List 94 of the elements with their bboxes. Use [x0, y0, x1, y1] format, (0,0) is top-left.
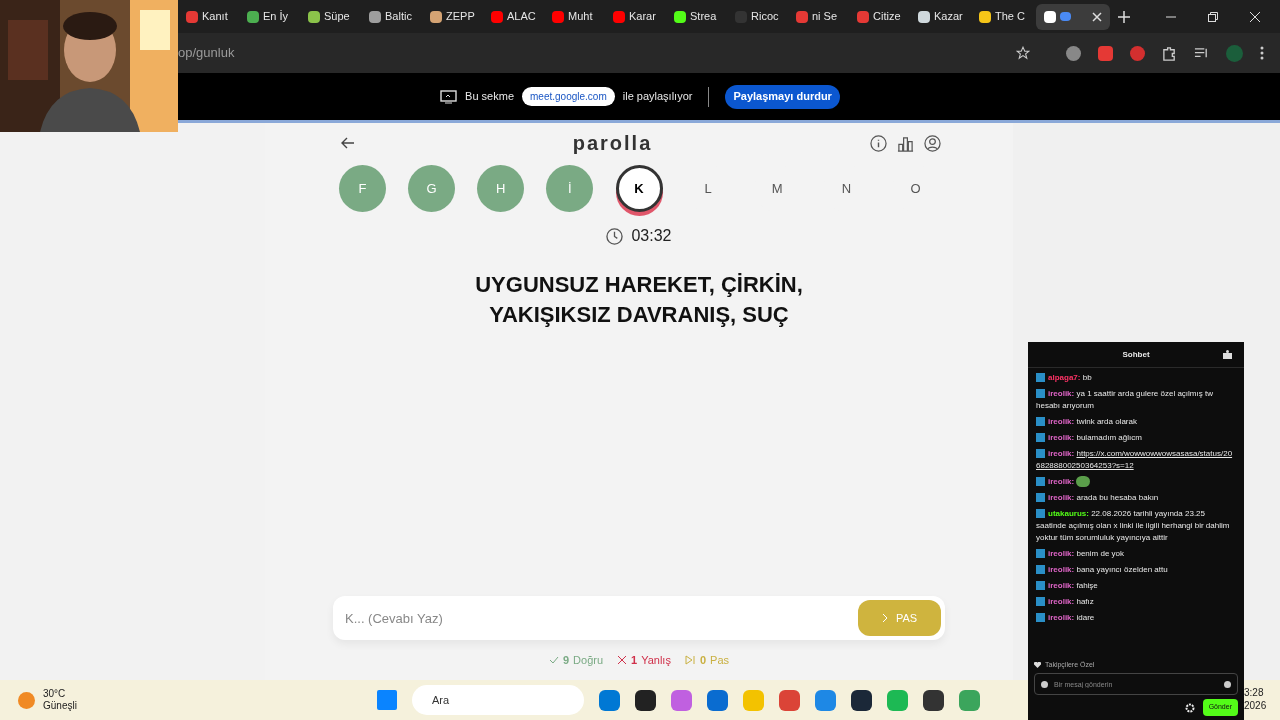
chat-message: utakaurus: 22.08.2026 tarihli yayında 23.25 saatinde açılmış olan x linki ile ilgili herhangi bir dahlim yoktur tüm sorumluluk yayıncıya aittir: [1036, 508, 1231, 544]
browser-tab[interactable]: ZEPP: [426, 3, 487, 30]
browser-tab[interactable]: ni Se: [792, 3, 853, 30]
score-label: Doğru: [573, 652, 604, 668]
browser-tab[interactable]: En İy: [243, 3, 304, 30]
tab-title: Strea: [690, 9, 717, 25]
tab-title: Karar: [629, 9, 656, 25]
tab-title: ni Se: [812, 9, 838, 25]
extension-icon[interactable]: [1130, 45, 1145, 61]
star-icon[interactable]: [1016, 46, 1030, 60]
chat-message: ireolik: fahişe: [1036, 580, 1236, 592]
screen-share-icon: [440, 89, 458, 104]
browser-tab[interactable]: Kanıt: [182, 3, 243, 30]
chat-message: ireolik: https://x.com/wowwowwowsasasa/status/2068288800250364253?s=12: [1036, 448, 1234, 472]
chat-message: ireolik: benim de yok: [1036, 548, 1236, 560]
screen-icon: [1060, 12, 1071, 21]
temperature: 30°C: [43, 688, 67, 700]
browser-tab[interactable]: [1036, 3, 1110, 30]
extension-icon[interactable]: [1098, 45, 1113, 61]
share-text: Bu sekme: [465, 89, 515, 105]
settings-icon[interactable]: [1184, 702, 1195, 713]
tab-title: ALAC: [507, 9, 536, 25]
answer-field[interactable]: K... (Cevabı Yaz): [345, 600, 858, 636]
check-icon: [548, 655, 559, 665]
browser-tab[interactable]: Karar: [609, 3, 670, 30]
browser-tab[interactable]: Citize: [853, 3, 914, 30]
users-icon[interactable]: [1223, 350, 1232, 359]
puzzle-icon[interactable]: [1162, 45, 1177, 61]
tab-title: Citize: [873, 9, 901, 25]
app-icon[interactable]: [850, 689, 872, 711]
chat-message: ireolik: ya 1 saattir arda gulere özel açılmış tw hesabı arıyorum: [1036, 388, 1214, 412]
score-count: 0: [699, 652, 707, 668]
share-text: ile paylaşılıyor: [622, 89, 693, 105]
chat-message: ireolik: hafız: [1036, 596, 1236, 608]
question-text: UYGUNSUZ HAREKET, ÇİRKİN, YAKIŞIKSIZ DAVRANIŞ, SUÇ: [474, 271, 804, 329]
browser-tab[interactable]: Kazar: [914, 3, 975, 30]
chat-message: ireolik: bana yayıncı özelden attu: [1036, 564, 1236, 576]
browser-tab[interactable]: Baltic: [365, 3, 426, 30]
stop-sharing-button[interactable]: Paylaşmayı durdur: [725, 84, 840, 109]
app-icon[interactable]: [922, 689, 944, 711]
app-icon[interactable]: [634, 689, 656, 711]
info-icon[interactable]: [870, 134, 887, 152]
extension-icon[interactable]: [1066, 45, 1081, 61]
chat-message: ireolik: twink arda olarak: [1036, 416, 1236, 428]
skip-icon: [684, 655, 696, 665]
score-count: 1: [631, 652, 638, 668]
chat-title: Sohbet: [1122, 348, 1150, 361]
cross-icon: [617, 655, 628, 665]
tab-title: En İy: [263, 9, 289, 25]
browser-tab[interactable]: Ricoc: [731, 3, 792, 30]
weather-condition: Güneşli: [43, 700, 77, 712]
chat-message: ireolik:: [1036, 476, 1236, 488]
tab-title: Süpe: [324, 9, 350, 25]
score-label: Pas: [710, 652, 730, 668]
tab-title: ZEPP: [446, 9, 475, 25]
new-tab-icon[interactable]: [1118, 10, 1130, 23]
user-icon[interactable]: [924, 134, 941, 152]
browser-tab[interactable]: Süpe: [304, 3, 365, 30]
badge-icon: [1041, 680, 1048, 688]
close-icon[interactable]: [1092, 11, 1102, 22]
browser-tab[interactable]: Muht: [548, 3, 609, 30]
chat-message: alpaga7: bb: [1036, 372, 1236, 384]
timer: 03:32: [631, 226, 672, 246]
site-chip: meet.google.com: [522, 87, 615, 106]
browser-tab[interactable]: ALAC: [487, 3, 548, 30]
browser-tab[interactable]: Strea: [670, 3, 731, 30]
emoji-icon[interactable]: [1224, 680, 1231, 688]
tab-title: Kazar: [934, 9, 963, 25]
clock-date: 2026: [1244, 699, 1267, 712]
chat-message: ireolik: idare: [1036, 612, 1236, 624]
chat-message: ireolik: bulamadım ağlıcm: [1036, 432, 1236, 444]
clock-icon: [606, 227, 624, 245]
menu-icon[interactable]: [1260, 46, 1264, 60]
sun-icon: [18, 691, 35, 709]
browser-tab[interactable]: The C: [975, 3, 1036, 30]
tab-title: The C: [995, 9, 1025, 25]
score-label: Yanlış: [641, 652, 671, 668]
heart-icon: [1034, 661, 1041, 668]
tab-title: Ricoc: [751, 9, 779, 25]
search-box[interactable]: Ara: [411, 685, 584, 715]
start-icon[interactable]: [376, 690, 397, 710]
tab-title: Kanıt: [202, 9, 228, 25]
bar-chart-icon[interactable]: [897, 134, 914, 152]
search-field[interactable]: Ara: [431, 689, 574, 711]
app-title: parolla: [572, 131, 653, 156]
close-icon[interactable]: [1250, 11, 1260, 22]
tab-title: Baltic: [385, 9, 412, 25]
chat-message: ireolik: arada bu hesaba bakın: [1036, 492, 1236, 504]
chevron-icon: [881, 613, 888, 623]
back-arrow-icon[interactable]: [341, 137, 355, 149]
restore-icon[interactable]: [1208, 11, 1218, 22]
tab-title: Muht: [568, 9, 593, 25]
score-count: 9: [562, 652, 570, 668]
clock-time: 3:28: [1244, 686, 1265, 699]
